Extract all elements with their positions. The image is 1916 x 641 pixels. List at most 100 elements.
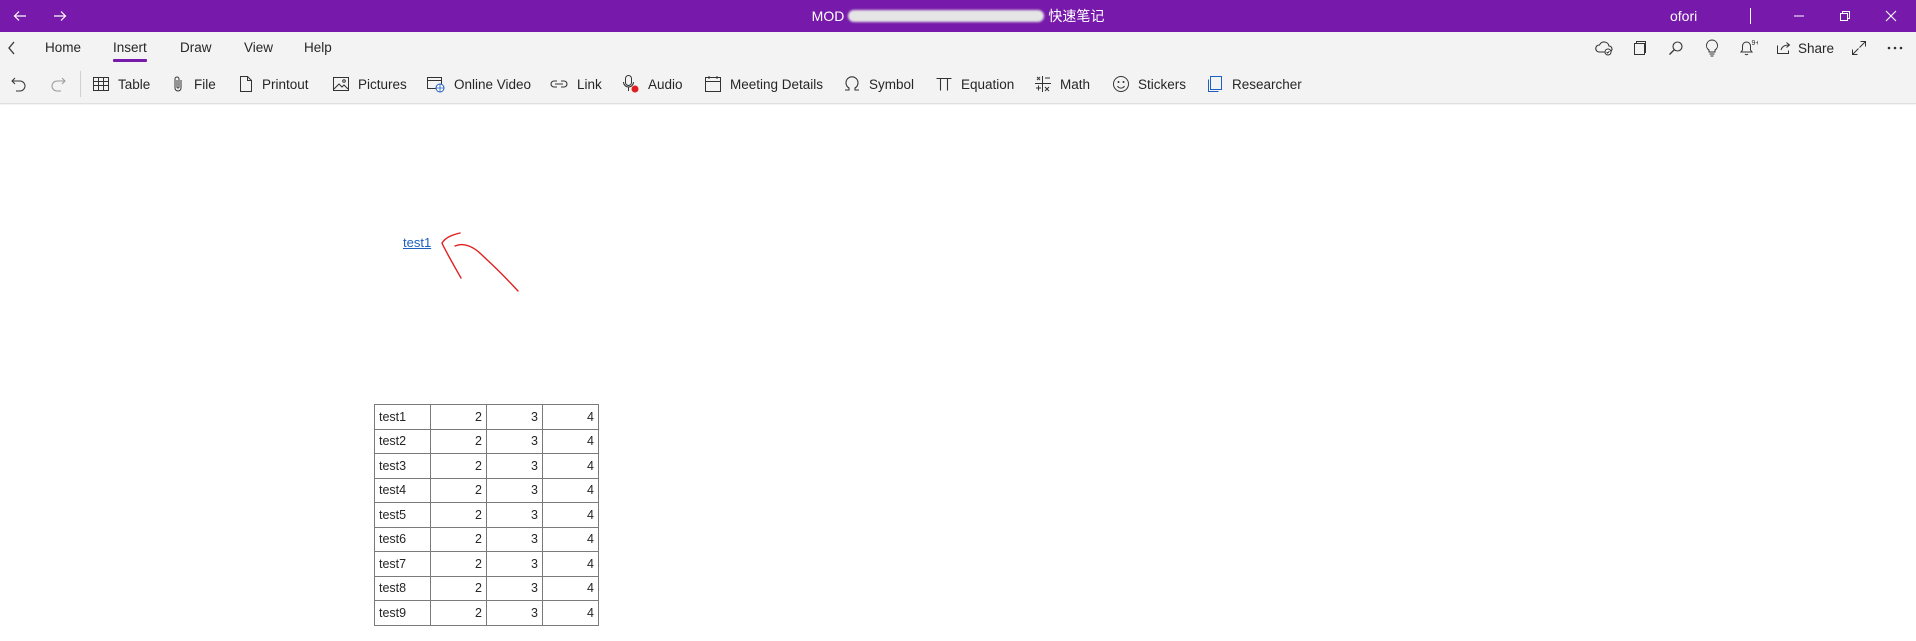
page-link[interactable]: test1 (403, 235, 431, 250)
table-cell-value[interactable]: 2 (430, 551, 487, 577)
table-cell-value[interactable]: 2 (430, 575, 487, 601)
table-cell-value[interactable]: 3 (486, 477, 543, 503)
table-cell-value[interactable]: 4 (542, 502, 599, 528)
undo-button[interactable] (10, 64, 28, 104)
pictures-label: Pictures (358, 76, 407, 92)
table-row[interactable]: test1 2 3 4 (374, 404, 599, 430)
insert-online-video-button[interactable]: Online Video (426, 64, 531, 104)
table-row[interactable]: test6 2 3 4 (374, 526, 599, 552)
ribbon-divider (80, 71, 81, 97)
math-button[interactable]: Math (1034, 64, 1090, 104)
insert-stickers-button[interactable]: Stickers (1112, 64, 1186, 104)
svg-text:9+: 9+ (1752, 40, 1759, 47)
table-cell-value[interactable]: 3 (486, 428, 543, 454)
table-cell-value[interactable]: 2 (430, 477, 487, 503)
account-name[interactable]: ofori (1670, 0, 1697, 32)
table-cell-value[interactable]: 4 (542, 551, 599, 577)
table-cell-name[interactable]: test7 (374, 551, 431, 577)
table-cell-name[interactable]: test3 (374, 453, 431, 479)
tab-help[interactable]: Help (304, 32, 332, 64)
sync-status-icon[interactable] (1588, 32, 1620, 64)
tab-home[interactable]: Home (45, 32, 81, 64)
table-cell-name[interactable]: test5 (374, 502, 431, 528)
table-cell-value[interactable]: 3 (486, 404, 543, 430)
omega-icon (845, 76, 859, 91)
more-options-icon[interactable] (1879, 32, 1911, 64)
table-row[interactable]: test9 2 3 4 (374, 600, 599, 626)
table-row[interactable]: test4 2 3 4 (374, 477, 599, 503)
table-cell-name[interactable]: test2 (374, 428, 431, 454)
tab-draw[interactable]: Draw (180, 32, 212, 64)
table-cell-value[interactable]: 2 (430, 428, 487, 454)
collapse-chevron-icon[interactable] (4, 32, 20, 64)
meeting-details-button[interactable]: Meeting Details (704, 64, 823, 104)
undo-icon (11, 77, 26, 92)
table-cell-name[interactable]: test9 (374, 600, 431, 626)
table-cell-value[interactable]: 3 (486, 453, 543, 479)
table-cell-value[interactable]: 3 (486, 551, 543, 577)
table-cell-value[interactable]: 3 (486, 526, 543, 552)
table-cell-value[interactable]: 2 (430, 453, 487, 479)
table-cell-value[interactable]: 2 (430, 600, 487, 626)
table-cell-value[interactable]: 2 (430, 526, 487, 552)
table-cell-value[interactable]: 3 (486, 502, 543, 528)
insert-file-button[interactable]: File (170, 64, 216, 104)
insert-link-button[interactable]: Link (549, 64, 602, 104)
share-label: Share (1798, 40, 1835, 56)
redo-button[interactable] (49, 64, 67, 104)
restore-icon[interactable] (1822, 0, 1868, 32)
table-cell-value[interactable]: 4 (542, 575, 599, 601)
researcher-button[interactable]: Researcher (1206, 64, 1302, 104)
online-video-label: Online Video (454, 76, 532, 92)
tab-insert[interactable]: Insert (113, 32, 147, 64)
researcher-icon (1208, 76, 1222, 92)
table-cell-value[interactable]: 4 (542, 526, 599, 552)
data-table[interactable]: test1 2 3 4 test2 2 3 4 test3 2 3 4 test4 2 3 4 test5 2 3 4… (374, 404, 599, 626)
table-cell-name[interactable]: test6 (374, 526, 431, 552)
record-audio-button[interactable]: Audio (622, 64, 683, 104)
table-row[interactable]: test3 2 3 4 (374, 453, 599, 479)
insert-equation-button[interactable]: Equation (935, 64, 1014, 104)
table-row[interactable]: test5 2 3 4 (374, 502, 599, 528)
printout-label: Printout (262, 76, 309, 92)
table-row[interactable]: test2 2 3 4 (374, 428, 599, 454)
meeting-details-label: Meeting Details (730, 76, 824, 92)
lightbulb-icon[interactable] (1696, 32, 1728, 64)
table-cell-value[interactable]: 4 (542, 600, 599, 626)
insert-symbol-button[interactable]: Symbol (843, 64, 914, 104)
table-cell-value[interactable]: 3 (486, 600, 543, 626)
table-cell-value[interactable]: 2 (430, 404, 487, 430)
table-cell-value[interactable]: 4 (542, 404, 599, 430)
window-title: MOD 快速笔记 (0, 0, 1916, 32)
table-cell-name[interactable]: test1 (374, 404, 431, 430)
pi-icon (936, 77, 952, 91)
page-canvas[interactable]: test1 test1 2 3 4 test2 2 3 4 test3 2 3 4 test4 2 3 4 te… (0, 105, 1916, 641)
researcher-label: Researcher (1232, 76, 1302, 92)
share-button[interactable]: Share (1776, 32, 1834, 64)
tab-view[interactable]: View (244, 32, 273, 64)
minimize-icon[interactable] (1776, 0, 1822, 32)
table-row[interactable]: test8 2 3 4 (374, 575, 599, 601)
table-label: Table (118, 76, 151, 92)
ink-arrow-drawing[interactable] (430, 230, 530, 310)
insert-table-button[interactable]: Table (92, 64, 150, 104)
fullscreen-icon[interactable] (1843, 32, 1875, 64)
insert-pictures-button[interactable]: Pictures (332, 64, 407, 104)
search-icon[interactable] (1660, 32, 1692, 64)
close-icon[interactable] (1868, 0, 1914, 32)
table-cell-value[interactable]: 4 (542, 453, 599, 479)
table-cell-name[interactable]: test4 (374, 477, 431, 503)
table-cell-value[interactable]: 2 (430, 502, 487, 528)
notifications-bell-icon[interactable]: 9+ (1732, 32, 1764, 64)
insert-printout-button[interactable]: Printout (238, 64, 309, 104)
smiley-icon (1113, 76, 1129, 92)
table-cell-value[interactable]: 4 (542, 428, 599, 454)
table-row[interactable]: test7 2 3 4 (374, 551, 599, 577)
notebooks-icon[interactable] (1624, 32, 1656, 64)
audio-label: Audio (648, 76, 683, 92)
title-bar: MOD 快速笔记 ofori (0, 0, 1916, 32)
table-cell-value[interactable]: 4 (542, 477, 599, 503)
table-cell-name[interactable]: test8 (374, 575, 431, 601)
table-cell-value[interactable]: 3 (486, 575, 543, 601)
redo-icon (51, 77, 66, 92)
